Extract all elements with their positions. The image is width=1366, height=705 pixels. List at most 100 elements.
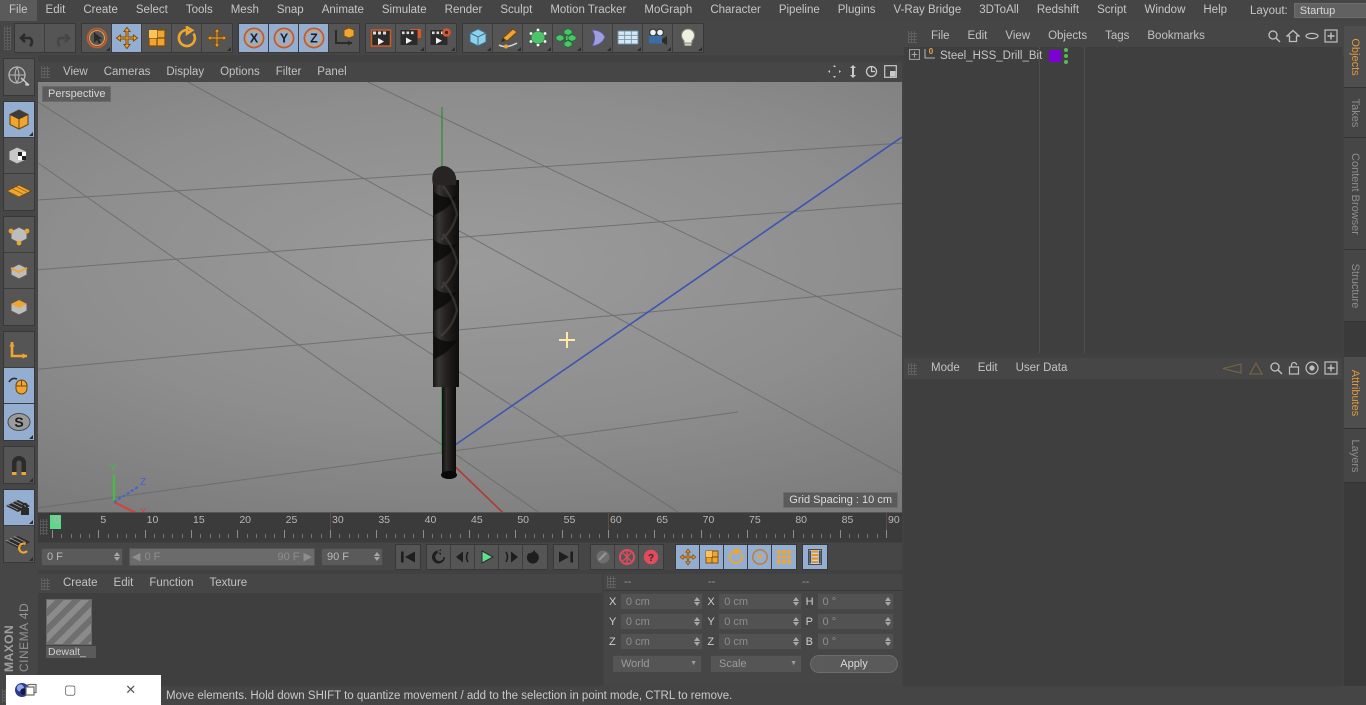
scale-key-icon[interactable] [700, 544, 724, 569]
menu-edit[interactable]: Edit [37, 0, 75, 21]
viewport-menu-options[interactable]: Options [212, 62, 268, 82]
preview-range-bar[interactable]: ◀ 0 F 90 F ▶ [129, 547, 315, 566]
tab-attributes[interactable]: Attributes [1344, 357, 1366, 429]
cinema4d-app-icon[interactable] [14, 681, 40, 699]
bend-deformer-icon[interactable] [583, 24, 613, 52]
world-object-coords-icon[interactable] [329, 24, 359, 52]
workplane-lock-icon[interactable] [4, 490, 34, 526]
edge-mode-icon[interactable] [4, 253, 34, 289]
object-axis-mode-icon[interactable] [4, 332, 34, 368]
menu-help[interactable]: Help [1194, 0, 1236, 21]
material-menu-create[interactable]: Create [55, 574, 106, 593]
rotation-h-field[interactable]: 0 ° [816, 593, 894, 610]
go-to-start-icon[interactable] [396, 544, 420, 569]
stepper-icon[interactable] [694, 597, 701, 606]
play-reverse-loop-icon[interactable] [427, 544, 451, 569]
maximize-button[interactable]: ▢ [40, 682, 101, 698]
attribute-content-area[interactable] [904, 379, 1342, 686]
redo-icon[interactable] [45, 24, 75, 52]
add-layer-icon[interactable] [1324, 29, 1338, 46]
tab-structure[interactable]: Structure [1344, 250, 1366, 322]
viewport-3d-canvas[interactable]: Perspective Y Z Grid Spacing: 10 cm [38, 82, 902, 512]
workplane-mode-icon[interactable] [4, 174, 34, 210]
pan-view-icon[interactable] [828, 65, 841, 81]
array-icon[interactable] [553, 24, 583, 52]
position-z-field[interactable]: 0 cm [619, 633, 704, 650]
material-grip[interactable] [41, 577, 50, 590]
move-icon[interactable] [112, 24, 142, 52]
viewport-menu-panel[interactable]: Panel [309, 62, 354, 82]
polygon-mode-icon[interactable] [4, 289, 34, 325]
y-axis-icon[interactable]: Y [269, 24, 299, 52]
max-frame-field[interactable]: 90 F [321, 547, 383, 566]
texture-mode-icon[interactable] [4, 138, 34, 174]
menu-motion-tracker[interactable]: Motion Tracker [541, 0, 635, 21]
expand-plus-icon[interactable] [909, 49, 920, 63]
light-icon[interactable] [673, 24, 703, 52]
left-nav-icon[interactable] [1217, 362, 1243, 378]
menu-tools[interactable]: Tools [177, 0, 222, 21]
close-button[interactable]: ✕ [101, 682, 162, 698]
rotation-key-icon[interactable] [724, 544, 748, 569]
object-tree[interactable]: 0 Steel_HSS_Drill_Bit [904, 47, 1342, 353]
object-menu-file[interactable]: File [922, 26, 959, 47]
viewport-menu-filter[interactable]: Filter [268, 62, 310, 82]
apply-button[interactable]: Apply [810, 654, 898, 673]
viewport-menu-cameras[interactable]: Cameras [96, 62, 159, 82]
stepper-icon[interactable] [694, 617, 701, 626]
menu-select[interactable]: Select [127, 0, 177, 21]
position-key-icon[interactable] [676, 544, 700, 569]
tab-layers[interactable]: Layers [1344, 429, 1366, 483]
tab-content-browser[interactable]: Content Browser [1344, 138, 1366, 250]
move-dup-icon[interactable] [202, 24, 232, 52]
search-icon[interactable] [1267, 29, 1281, 46]
stepper-icon[interactable] [884, 637, 891, 646]
object-row-steel-hss-drill-bit[interactable]: 0 Steel_HSS_Drill_Bit [904, 47, 1042, 65]
autokeying-icon[interactable] [615, 544, 639, 569]
lock-icon[interactable] [1288, 361, 1300, 378]
menu-character[interactable]: Character [701, 0, 770, 21]
dolly-view-icon[interactable] [847, 65, 859, 81]
step-forward-icon[interactable] [499, 544, 523, 569]
menu-file[interactable]: File [0, 0, 37, 21]
current-frame-field[interactable]: 0 F [41, 547, 123, 566]
timeline-window-icon[interactable] [803, 544, 827, 569]
loop-playback-icon[interactable] [523, 544, 547, 569]
target-icon[interactable] [1305, 361, 1319, 378]
size-mode-dropdown[interactable]: Scale ▼ [710, 654, 802, 673]
undo-icon[interactable] [15, 24, 45, 52]
stepper-icon[interactable] [884, 597, 891, 606]
render-view-icon[interactable] [366, 24, 396, 52]
position-y-field[interactable]: 0 cm [619, 613, 704, 630]
stepper-icon[interactable] [884, 617, 891, 626]
rotation-b-field[interactable]: 0 ° [816, 633, 894, 650]
z-axis-icon[interactable]: Z [299, 24, 329, 52]
menu-create[interactable]: Create [74, 0, 127, 21]
rotate-view-icon[interactable] [865, 65, 878, 81]
point-level-animation-icon[interactable] [772, 544, 796, 569]
attribute-menu-edit[interactable]: Edit [969, 358, 1007, 379]
object-menu-tags[interactable]: Tags [1096, 26, 1138, 47]
floor-environment-icon[interactable] [613, 24, 643, 52]
material-tag-swatch[interactable] [1049, 50, 1061, 62]
menu-simulate[interactable]: Simulate [373, 0, 436, 21]
right-nav-icon[interactable] [1248, 361, 1264, 378]
parameter-key-icon[interactable]: P [748, 544, 772, 569]
viewport-menu-display[interactable]: Display [158, 62, 212, 82]
render-settings-icon[interactable] [426, 24, 456, 52]
spline-pen-icon[interactable] [493, 24, 523, 52]
menu-snap[interactable]: Snap [268, 0, 313, 21]
timeline-ruler[interactable]: 0 5 10 15 20 25 30 35 40 45 50 55 60 65 70 75 80 85 90 [38, 512, 902, 542]
enable-axis-modification-icon[interactable]: S [4, 404, 34, 440]
attribute-menu-user-data[interactable]: User Data [1007, 358, 1077, 379]
viewport-solo-mouse-icon[interactable] [4, 368, 34, 404]
menu-vray-bridge[interactable]: V-Ray Bridge [884, 0, 970, 21]
make-editable-icon[interactable] [4, 59, 34, 95]
toolbar-grip[interactable] [4, 26, 11, 50]
size-x-field[interactable]: 0 cm [718, 593, 802, 610]
menu-3dtoall[interactable]: 3DToAll [970, 0, 1028, 21]
cube-primitive-icon[interactable] [463, 24, 493, 52]
nurbs-generator-icon[interactable] [523, 24, 553, 52]
play-forward-icon[interactable] [475, 544, 499, 569]
menu-sculpt[interactable]: Sculpt [491, 0, 541, 21]
